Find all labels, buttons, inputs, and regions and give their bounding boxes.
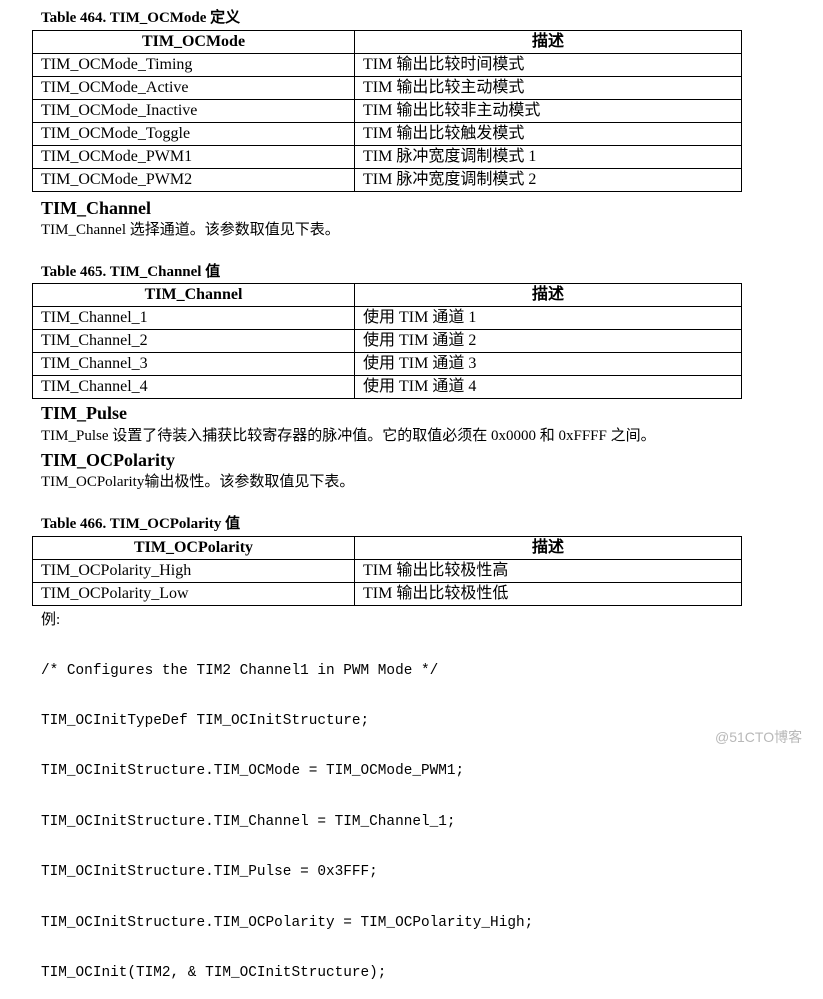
table-row: TIM_Channel_3 使用 TIM 通道 3	[32, 352, 742, 376]
code-line: TIM_OCInitTypeDef TIM_OCInitStructure;	[41, 712, 370, 729]
cell-description: TIM 输出比较主动模式	[354, 76, 742, 100]
cell-description: TIM 输出比较非主动模式	[354, 99, 742, 123]
column-header: TIM_OCMode	[32, 30, 355, 54]
table-row: TIM_OCMode_PWM2 TIM 脉冲宽度调制模式 2	[32, 168, 742, 192]
cell-value: TIM_OCMode_Toggle	[32, 122, 355, 146]
cell-description: 使用 TIM 通道 4	[354, 375, 742, 399]
cell-value: TIM_Channel_1	[32, 306, 355, 330]
cell-description: TIM 输出比较极性高	[354, 559, 742, 583]
section-text-pulse: TIM_Pulse 设置了待装入捕获比较寄存器的脉冲值。它的取值必须在 0x00…	[41, 428, 656, 444]
section-heading-pulse: TIM_Pulse	[41, 403, 128, 423]
cell-description: 使用 TIM 通道 2	[354, 329, 742, 353]
table-row: TIM_Channel_1 使用 TIM 通道 1	[32, 306, 742, 330]
table-row: TIM_Channel_2 使用 TIM 通道 2	[32, 329, 742, 353]
cell-description: TIM 输出比较极性低	[354, 582, 742, 606]
column-header: 描述	[354, 30, 742, 54]
cell-value: TIM_Channel_2	[32, 329, 355, 353]
table-row: TIM_OCPolarity_Low TIM 输出比较极性低	[32, 582, 742, 606]
cell-value: TIM_OCMode_Active	[32, 76, 355, 100]
table-466-caption: Table 466. TIM_OCPolarity 值	[41, 516, 241, 532]
code-line: TIM_OCInitStructure.TIM_OCPolarity = TIM…	[41, 914, 534, 931]
cell-description: TIM 输出比较触发模式	[354, 122, 742, 146]
table-row: TIM_Channel_4 使用 TIM 通道 4	[32, 375, 742, 399]
section-text-polarity: TIM_OCPolarity输出极性。该参数取值见下表。	[41, 474, 355, 490]
table-row: TIM_OCPolarity_High TIM 输出比较极性高	[32, 559, 742, 583]
column-header: 描述	[354, 536, 742, 560]
cell-description: TIM 脉冲宽度调制模式 2	[354, 168, 742, 192]
section-text-channel: TIM_Channel 选择通道。该参数取值见下表。	[41, 222, 340, 238]
table-row: TIM_OCMode_Timing TIM 输出比较时间模式	[32, 53, 742, 77]
code-example: /* Configures the TIM2 Channel1 in PWM M…	[41, 629, 533, 999]
table-header-row: TIM_OCPolarity 描述	[32, 536, 742, 560]
table-465-caption: Table 465. TIM_Channel 值	[41, 264, 221, 280]
column-header: TIM_Channel	[32, 283, 355, 307]
code-line: TIM_OCInit(TIM2, & TIM_OCInitStructure);	[41, 964, 387, 981]
example-label: 例:	[41, 612, 61, 628]
cell-value: TIM_OCPolarity_Low	[32, 582, 355, 606]
cell-value: TIM_OCMode_Inactive	[32, 99, 355, 123]
table-channel: TIM_Channel 描述 TIM_Channel_1 使用 TIM 通道 1 …	[32, 283, 742, 399]
cell-value: TIM_OCMode_PWM1	[32, 145, 355, 169]
section-heading-channel: TIM_Channel	[41, 198, 152, 218]
table-464-caption: Table 464. TIM_OCMode 定义	[41, 10, 241, 26]
column-header: TIM_OCPolarity	[32, 536, 355, 560]
code-line: TIM_OCInitStructure.TIM_Pulse = 0x3FFF;	[41, 864, 378, 881]
table-ocpolarity: TIM_OCPolarity 描述 TIM_OCPolarity_High TIM…	[32, 536, 742, 606]
table-row: TIM_OCMode_Active TIM 输出比较主动模式	[32, 76, 742, 100]
cell-value: TIM_Channel_4	[32, 375, 355, 399]
cell-value: TIM_OCPolarity_High	[32, 559, 355, 583]
cell-description: 使用 TIM 通道 3	[354, 352, 742, 376]
cell-description: 使用 TIM 通道 1	[354, 306, 742, 330]
code-line: TIM_OCInitStructure.TIM_OCMode = TIM_OCM…	[41, 763, 465, 780]
watermark: @51CTO博客	[715, 729, 803, 745]
cell-description: TIM 脉冲宽度调制模式 1	[354, 145, 742, 169]
table-row: TIM_OCMode_Toggle TIM 输出比较触发模式	[32, 122, 742, 146]
cell-value: TIM_OCMode_Timing	[32, 53, 355, 77]
cell-description: TIM 输出比较时间模式	[354, 53, 742, 77]
table-ocmode: TIM_OCMode 描述 TIM_OCMode_Timing TIM 输出比较时…	[32, 30, 742, 192]
section-heading-polarity: TIM_OCPolarity	[41, 450, 175, 470]
code-line: TIM_OCInitStructure.TIM_Channel = TIM_Ch…	[41, 813, 456, 830]
column-header: 描述	[354, 283, 742, 307]
code-line: /* Configures the TIM2 Channel1 in PWM M…	[41, 662, 439, 679]
cell-value: TIM_OCMode_PWM2	[32, 168, 355, 192]
table-header-row: TIM_Channel 描述	[32, 283, 742, 307]
cell-value: TIM_Channel_3	[32, 352, 355, 376]
table-row: TIM_OCMode_PWM1 TIM 脉冲宽度调制模式 1	[32, 145, 742, 169]
table-row: TIM_OCMode_Inactive TIM 输出比较非主动模式	[32, 99, 742, 123]
table-header-row: TIM_OCMode 描述	[32, 30, 742, 54]
